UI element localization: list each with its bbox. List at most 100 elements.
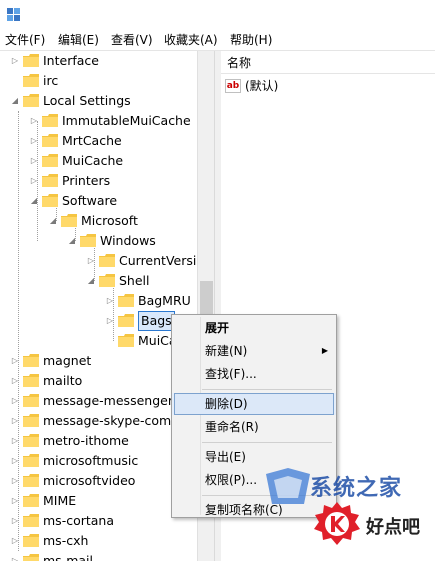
- tree-node[interactable]: ◢ Shell: [0, 271, 197, 291]
- column-header[interactable]: 名称: [221, 51, 435, 74]
- folder-icon: [23, 534, 39, 547]
- expand-arrow-icon[interactable]: ▷: [86, 251, 96, 271]
- folder-icon: [23, 474, 39, 487]
- tree-node[interactable]: ▷ mailto: [0, 371, 197, 391]
- expand-arrow-icon[interactable]: ▷: [10, 471, 20, 491]
- folder-icon: [23, 514, 39, 527]
- tree-node-label: irc: [43, 73, 59, 88]
- expand-arrow-icon[interactable]: ▷: [29, 131, 39, 151]
- menu-item[interactable]: 编辑(E): [58, 32, 99, 48]
- expand-arrow-icon[interactable]: ▷: [10, 51, 20, 71]
- tree-node-label: message-messenger: [43, 393, 173, 408]
- tree-node[interactable]: ▷ microsoftmusic: [0, 451, 197, 471]
- context-menu-label: 权限(P)...: [205, 473, 258, 487]
- expand-arrow-icon[interactable]: ▷: [10, 351, 20, 371]
- expand-arrow-icon[interactable]: ▷: [29, 111, 39, 131]
- tree-node-label: Windows: [100, 233, 156, 248]
- tree-node-label: MuiCache: [62, 153, 124, 168]
- collapse-arrow-icon[interactable]: ◢: [10, 91, 20, 111]
- collapse-arrow-icon[interactable]: ◢: [29, 191, 39, 211]
- tree-node[interactable]: ▷ BagMRU: [0, 291, 197, 311]
- folder-icon: [99, 254, 115, 267]
- column-name[interactable]: 名称: [227, 54, 251, 71]
- expand-arrow-icon[interactable]: ▷: [10, 451, 20, 471]
- tree-node-label: MIME: [43, 493, 77, 508]
- tree-node[interactable]: MuiCache: [0, 331, 197, 351]
- expand-arrow-icon[interactable]: ▷: [10, 531, 20, 551]
- expand-arrow-icon[interactable]: ▷: [10, 491, 20, 511]
- folder-icon: [42, 134, 58, 147]
- expand-arrow-icon[interactable]: ▷: [10, 371, 20, 391]
- context-menu-label: 展开: [205, 321, 230, 335]
- tree-node[interactable]: ▷ Interface: [0, 51, 197, 71]
- context-menu-label: 重命名(R): [205, 420, 259, 434]
- folder-icon: [118, 294, 134, 307]
- folder-icon: [23, 494, 39, 507]
- folder-icon: [118, 334, 134, 347]
- tree-node[interactable]: ▷ MIME: [0, 491, 197, 511]
- folder-icon: [23, 394, 39, 407]
- folder-icon: [23, 414, 39, 427]
- tree-node-label: ImmutableMuiCache: [62, 113, 191, 128]
- folder-icon: [42, 194, 58, 207]
- expand-arrow-icon[interactable]: ▷: [105, 291, 115, 311]
- title-bar: [0, 0, 435, 30]
- tree-node[interactable]: ▷ MuiCache: [0, 151, 197, 171]
- tree-node[interactable]: ◢ Local Settings: [0, 91, 197, 111]
- tree-node[interactable]: ▷ ms-mail: [0, 551, 197, 561]
- expand-arrow-icon[interactable]: ▷: [29, 171, 39, 191]
- expand-arrow-icon[interactable]: ▷: [10, 391, 20, 411]
- tree-node[interactable]: ▷ Printers: [0, 171, 197, 191]
- context-menu-item[interactable]: 展开: [172, 317, 336, 339]
- tree-node[interactable]: ◢ Software: [0, 191, 197, 211]
- expand-arrow-icon[interactable]: ▷: [105, 311, 115, 331]
- context-menu-item[interactable]: 查找(F)...: [172, 363, 336, 385]
- folder-icon: [23, 74, 39, 87]
- context-menu-item[interactable]: 重命名(R): [172, 416, 336, 438]
- tree-node[interactable]: ▷ microsoftvideo: [0, 471, 197, 491]
- folder-icon: [118, 314, 134, 327]
- tree-node[interactable]: ▷ message-skype-com: [0, 411, 197, 431]
- tree-node[interactable]: ▷ ms-cxh: [0, 531, 197, 551]
- collapse-arrow-icon[interactable]: ◢: [48, 211, 58, 231]
- folder-icon: [23, 434, 39, 447]
- expand-arrow-icon[interactable]: ▷: [10, 431, 20, 451]
- collapse-arrow-icon[interactable]: ◢: [86, 271, 96, 291]
- tree-node[interactable]: ◢ Microsoft: [0, 211, 197, 231]
- tree-node-label: MrtCache: [62, 133, 122, 148]
- tree-node[interactable]: irc: [0, 71, 197, 91]
- tree-node[interactable]: ▷ ImmutableMuiCache: [0, 111, 197, 131]
- expand-arrow-icon[interactable]: ▷: [10, 411, 20, 431]
- tree-node[interactable]: ▷ ms-cortana: [0, 511, 197, 531]
- menu-item[interactable]: 文件(F): [5, 32, 45, 48]
- context-menu-item[interactable]: 新建(N) ▶: [172, 340, 336, 362]
- context-menu-item[interactable]: 删除(D): [172, 393, 336, 415]
- tree-node[interactable]: ◢ Windows: [0, 231, 197, 251]
- folder-icon: [23, 554, 39, 561]
- tree-node[interactable]: ▷ CurrentVersion: [0, 251, 197, 271]
- tree-node[interactable]: ▷ metro-ithome: [0, 431, 197, 451]
- tree-node[interactable]: ▷ message-messenger: [0, 391, 197, 411]
- menu-item[interactable]: 查看(V): [111, 32, 153, 48]
- expand-arrow-icon[interactable]: ▷: [10, 511, 20, 531]
- tree-node[interactable]: ▷ Bags: [0, 311, 197, 331]
- folder-icon: [42, 174, 58, 187]
- watermark-text: 系统之家: [310, 476, 403, 501]
- context-menu-label: 新建(N): [205, 344, 248, 358]
- folder-icon: [23, 94, 39, 107]
- regedit-app-icon[interactable]: [6, 6, 22, 22]
- menu-item[interactable]: 帮助(H): [230, 32, 272, 48]
- expand-arrow-icon[interactable]: ▷: [10, 551, 20, 561]
- folder-icon: [99, 274, 115, 287]
- tree-node-label: microsoftvideo: [43, 473, 136, 488]
- folder-icon: [42, 154, 58, 167]
- tree-node[interactable]: ▷ MrtCache: [0, 131, 197, 151]
- tree-node-label: mailto: [43, 373, 83, 388]
- tree-node-label: ms-cortana: [43, 513, 115, 528]
- menu-item[interactable]: 收藏夹(A): [164, 32, 218, 48]
- collapse-arrow-icon[interactable]: ◢: [67, 231, 77, 251]
- tree-node[interactable]: ▷ magnet: [0, 351, 197, 371]
- folder-icon: [23, 374, 39, 387]
- registry-tree[interactable]: ▷ Interface irc ◢ Local Settings ▷ ImmutableMu…: [0, 51, 197, 561]
- expand-arrow-icon[interactable]: ▷: [29, 151, 39, 171]
